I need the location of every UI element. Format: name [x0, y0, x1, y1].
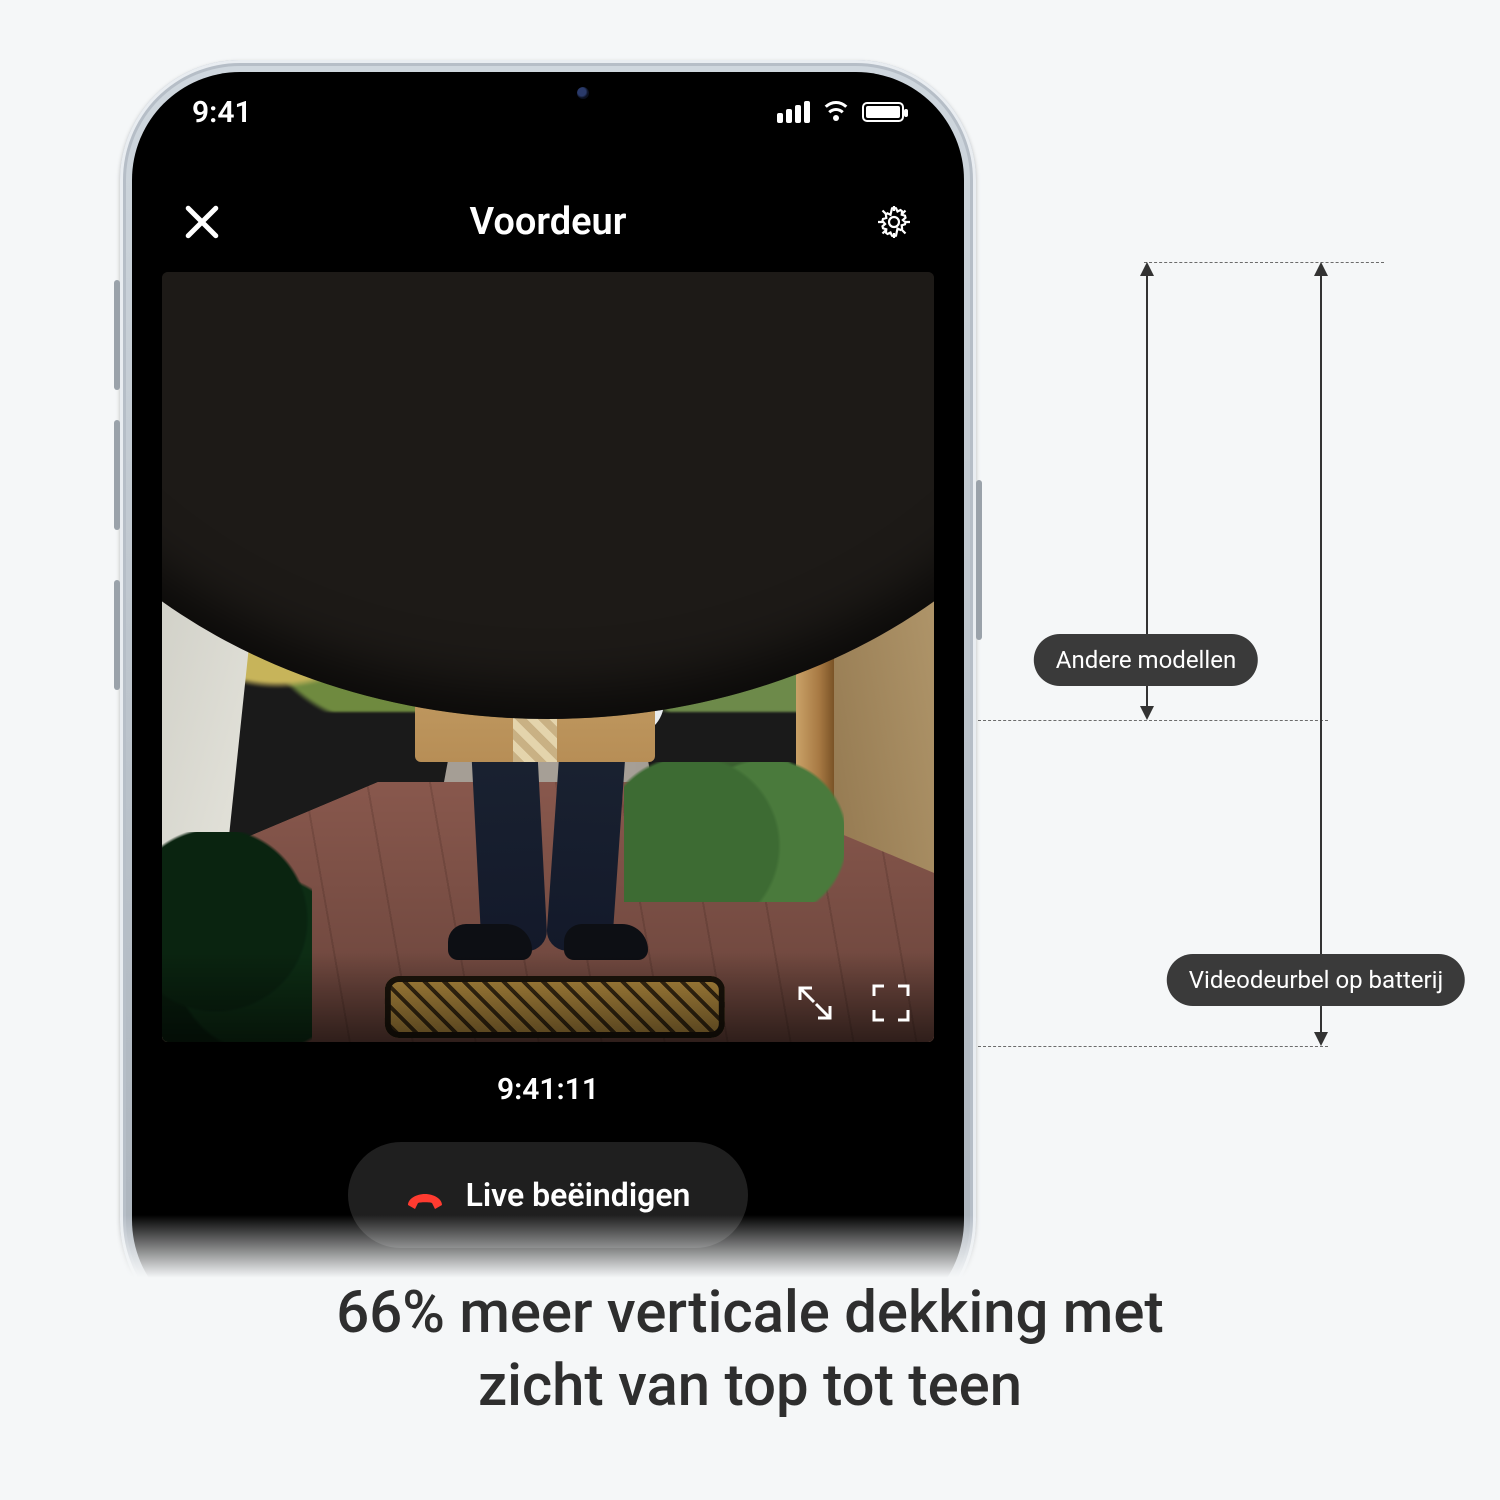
close-icon[interactable] — [182, 202, 222, 242]
feed-timestamp: 9:41:11 — [132, 1072, 964, 1107]
status-indicators — [777, 101, 904, 123]
battery-doorbell-chip: Videodeurbel op batterij — [1167, 954, 1465, 1006]
fullscreen-icon[interactable] — [870, 982, 912, 1024]
hangup-icon — [406, 1183, 444, 1207]
guide-line — [1144, 262, 1384, 263]
other-models-chip: Andere modellen — [1034, 634, 1258, 686]
feed-controls — [794, 982, 912, 1024]
feed-illustration — [162, 272, 934, 1042]
page-title: Voordeur — [470, 200, 627, 244]
expand-diagonal-icon[interactable] — [794, 982, 836, 1024]
end-live-label: Live beëindigen — [466, 1176, 691, 1214]
guide-line — [978, 720, 1328, 721]
phone-notch — [428, 72, 668, 114]
gear-icon[interactable] — [874, 202, 914, 242]
status-time: 9:41 — [192, 95, 252, 130]
phone-screen: 9:41 Voordeur — [132, 72, 964, 1328]
comparison-brackets: Andere modellen Videodeurbel op batterij — [978, 260, 1378, 1050]
guide-line — [978, 1046, 1328, 1047]
camera-feed[interactable] — [162, 272, 934, 1042]
phone-frame: 9:41 Voordeur — [120, 60, 976, 1340]
battery-icon — [862, 102, 904, 122]
cellular-icon — [777, 101, 810, 123]
app-header: Voordeur — [132, 172, 964, 272]
caption-line-1: 66% meer verticale dekking met — [40, 1277, 1460, 1350]
caption-line-2: zicht van top tot teen — [40, 1350, 1460, 1423]
wifi-icon — [822, 101, 850, 123]
marketing-caption: 66% meer verticale dekking met zicht van… — [0, 1215, 1500, 1500]
